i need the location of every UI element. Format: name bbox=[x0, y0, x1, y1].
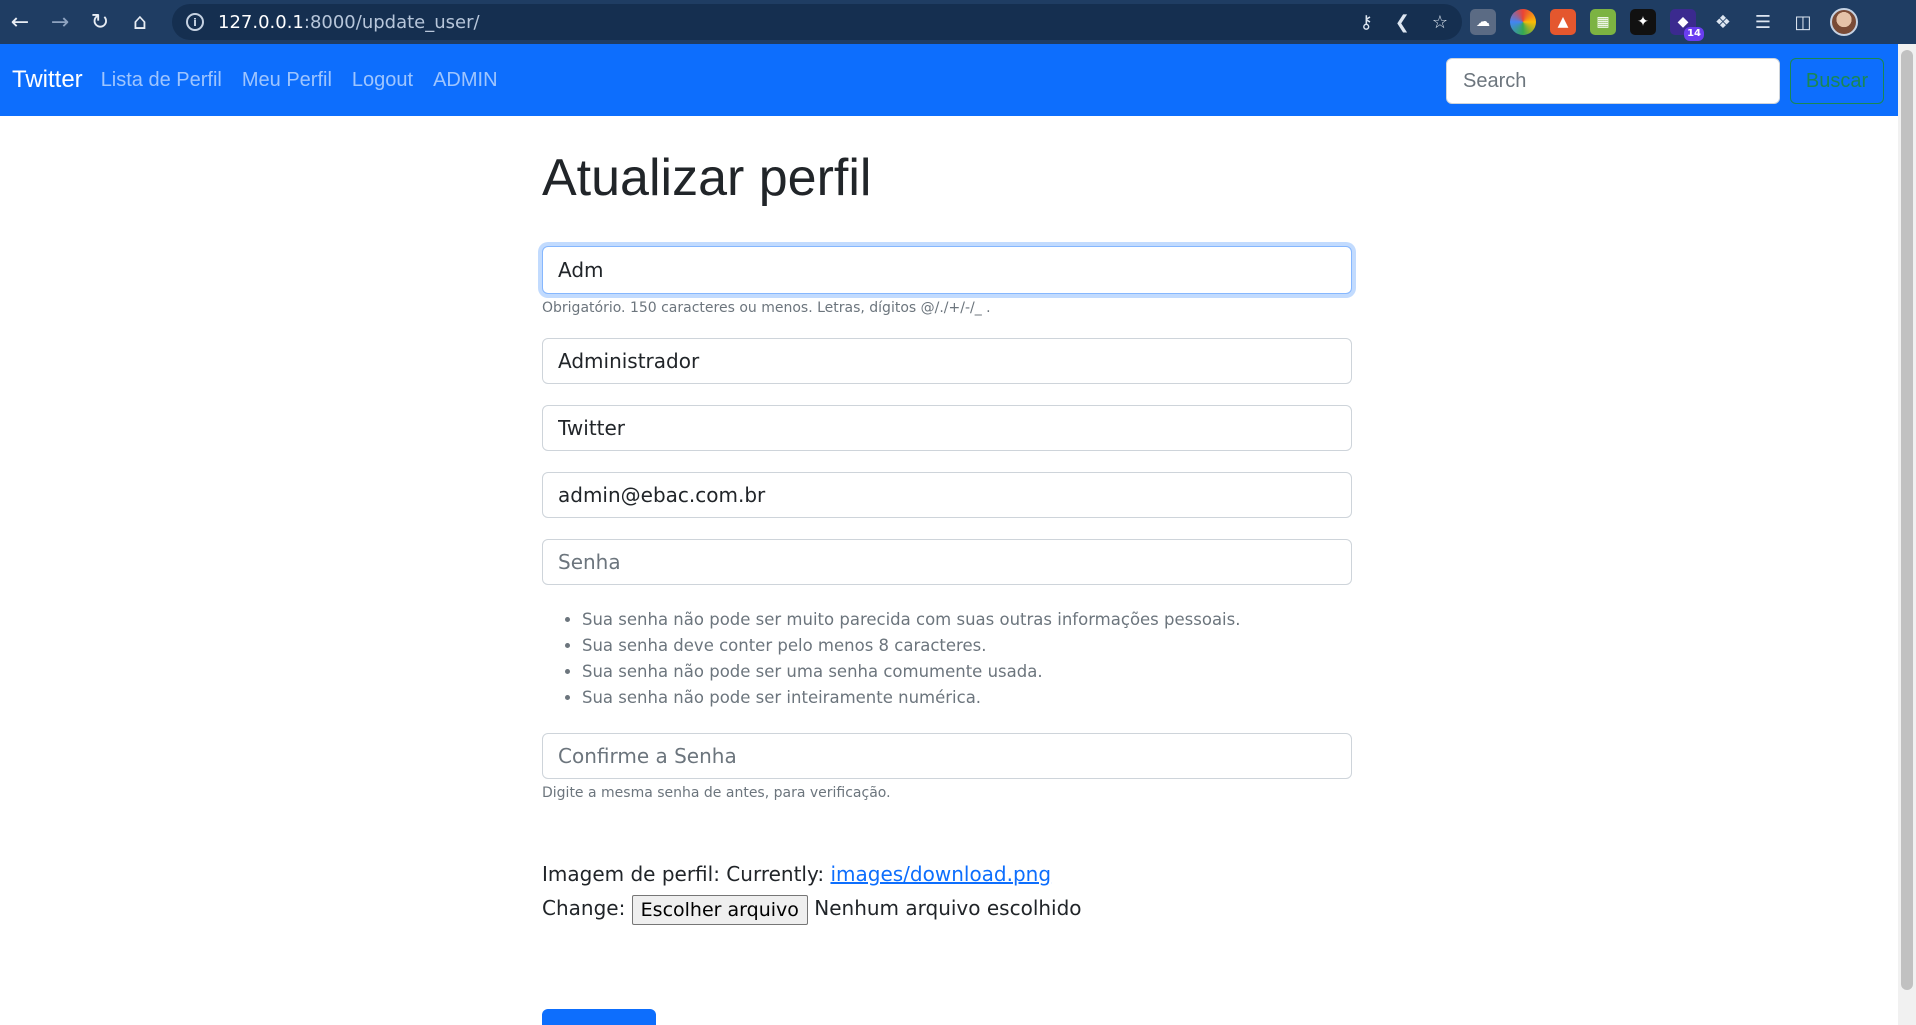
change-label: Change: bbox=[542, 896, 632, 920]
forward-icon[interactable]: → bbox=[40, 2, 80, 42]
home-icon[interactable]: ⌂ bbox=[120, 2, 160, 42]
scrollbar-thumb[interactable] bbox=[1901, 50, 1913, 990]
password-field[interactable] bbox=[542, 539, 1352, 585]
search-input[interactable] bbox=[1446, 58, 1780, 104]
extension-icon[interactable]: ☁ bbox=[1470, 9, 1496, 35]
browser-toolbar: ← → ↻ ⌂ i 127.0.0.1:8000/update_user/ ⚷ … bbox=[0, 0, 1916, 44]
brand-link[interactable]: Twitter bbox=[12, 66, 83, 94]
share-icon[interactable]: ❮ bbox=[1395, 12, 1410, 33]
site-info-icon[interactable]: i bbox=[186, 13, 204, 31]
list-item: Sua senha não pode ser uma senha comumen… bbox=[582, 659, 1352, 685]
username-help-text: Obrigatório. 150 caracteres ou menos. Le… bbox=[542, 300, 991, 316]
extension-icon[interactable]: ✦ bbox=[1630, 9, 1656, 35]
key-icon[interactable]: ⚷ bbox=[1360, 12, 1373, 33]
first-name-field[interactable] bbox=[542, 338, 1352, 384]
update-profile-form: Atualizar perfil Obrigatório. 150 caract… bbox=[542, 116, 1352, 1025]
last-name-field[interactable] bbox=[542, 405, 1352, 451]
nav-link-lista-de-perfil[interactable]: Lista de Perfil bbox=[101, 69, 222, 92]
back-icon[interactable]: ← bbox=[0, 2, 40, 42]
submit-button[interactable] bbox=[542, 1009, 656, 1025]
search-button[interactable]: Buscar bbox=[1790, 58, 1884, 104]
side-panel-icon[interactable]: ◫ bbox=[1790, 9, 1816, 35]
reload-icon[interactable]: ↻ bbox=[80, 2, 120, 42]
profile-image-label: Imagem de perfil: Currently: bbox=[542, 862, 831, 886]
confirm-password-field[interactable] bbox=[542, 733, 1352, 779]
confirm-password-help-text: Digite a mesma senha de antes, para veri… bbox=[542, 785, 891, 801]
email-field[interactable] bbox=[542, 472, 1352, 518]
list-item: Sua senha não pode ser inteiramente numé… bbox=[582, 685, 1352, 711]
list-item: Sua senha não pode ser muito parecida co… bbox=[582, 607, 1352, 633]
nav-link-meu-perfil[interactable]: Meu Perfil bbox=[242, 69, 332, 92]
extension-badge: 14 bbox=[1684, 27, 1704, 41]
bookmark-star-icon[interactable]: ☆ bbox=[1432, 12, 1448, 33]
site-navbar: Twitter Lista de Perfil Meu Perfil Logou… bbox=[0, 44, 1898, 116]
page-scrollbar[interactable] bbox=[1898, 44, 1916, 1025]
nav-links: Lista de Perfil Meu Perfil Logout ADMIN bbox=[101, 69, 498, 92]
url-host: 127.0.0.1 bbox=[218, 11, 304, 33]
extension-icon[interactable]: ◆ 14 bbox=[1670, 9, 1704, 41]
nav-link-logout[interactable]: Logout bbox=[352, 69, 413, 92]
puzzle-extensions-icon[interactable]: ❖ bbox=[1710, 9, 1736, 35]
extension-icon[interactable]: ▲ bbox=[1550, 9, 1576, 35]
url-path: :8000/update_user/ bbox=[303, 11, 480, 33]
username-field[interactable] bbox=[542, 246, 1352, 294]
color-picker-extension-icon[interactable] bbox=[1510, 9, 1536, 35]
current-image-link[interactable]: images/download.png bbox=[830, 862, 1051, 886]
profile-avatar[interactable] bbox=[1830, 8, 1858, 36]
password-rules-list: Sua senha não pode ser muito parecida co… bbox=[582, 607, 1352, 711]
page-title: Atualizar perfil bbox=[542, 149, 872, 207]
nav-link-admin[interactable]: ADMIN bbox=[433, 69, 497, 92]
profile-image-section: Imagem de perfil: Currently: images/down… bbox=[542, 857, 1352, 925]
choose-file-button[interactable]: Escolher arquivo bbox=[631, 894, 808, 925]
address-bar[interactable]: i 127.0.0.1:8000/update_user/ ⚷ ❮ ☆ bbox=[172, 4, 1462, 40]
list-item: Sua senha deve conter pelo menos 8 carac… bbox=[582, 633, 1352, 659]
reading-list-icon[interactable]: ☰ bbox=[1750, 9, 1776, 35]
sheets-extension-icon[interactable]: ▦ bbox=[1590, 9, 1616, 35]
file-status-text: Nenhum arquivo escolhido bbox=[807, 896, 1082, 920]
